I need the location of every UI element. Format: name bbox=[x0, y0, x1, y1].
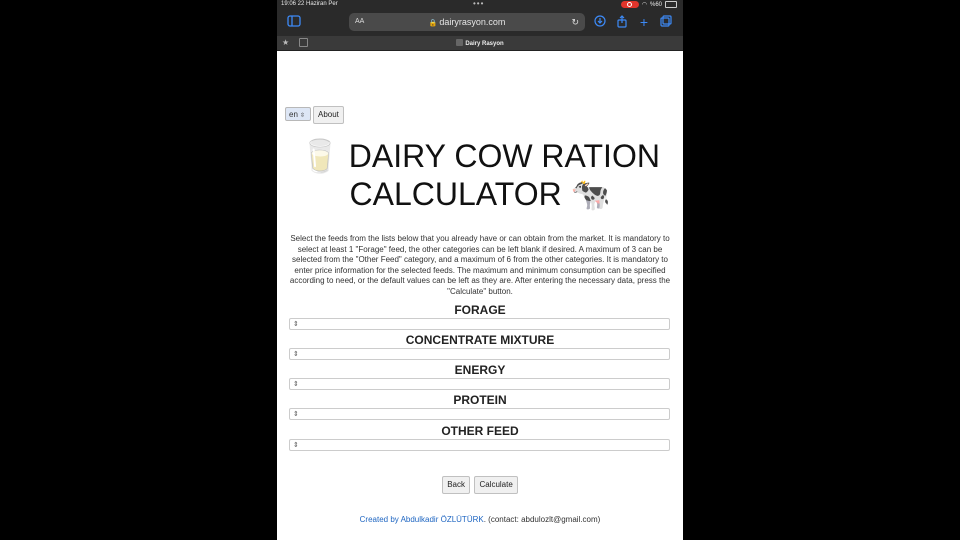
header-controls: en ⇳ About bbox=[285, 106, 344, 124]
download-icon[interactable] bbox=[593, 15, 607, 29]
back-button[interactable]: Back bbox=[442, 476, 470, 494]
instructions-text: Select the feeds from the lists below th… bbox=[289, 234, 671, 296]
chevron-updown-icon: ⇕ bbox=[293, 351, 299, 358]
tab-bar: ★ Dairy Rasyon bbox=[277, 36, 683, 51]
url-text: dairyrasyon.com bbox=[439, 17, 506, 27]
concentrate-select[interactable]: ⇕ bbox=[289, 348, 670, 360]
chevron-updown-icon: ⇕ bbox=[293, 321, 299, 328]
multitask-dots-icon[interactable]: ••• bbox=[473, 0, 484, 8]
screen-recording-icon bbox=[620, 1, 639, 8]
chevron-updown-icon: ⇕ bbox=[293, 442, 299, 449]
tab-title: Dairy Rasyon bbox=[465, 41, 504, 47]
protein-select[interactable]: ⇕ bbox=[289, 408, 670, 420]
action-buttons: Back Calculate bbox=[277, 474, 683, 494]
browser-toolbar: AA 🔒 dairyrasyon.com ↻ + bbox=[277, 10, 683, 36]
status-bar: 19:06 22 Haziran Per ••• ◠ %60 bbox=[277, 0, 683, 10]
other-feed-select[interactable]: ⇕ bbox=[289, 439, 670, 451]
reload-icon[interactable]: ↻ bbox=[571, 13, 579, 31]
author-link[interactable]: Created by Abdulkadir ÖZLÜTÜRK bbox=[360, 515, 484, 524]
wifi-icon: ◠ bbox=[641, 2, 647, 8]
other-feed-heading: OTHER FEED bbox=[441, 424, 519, 438]
contact-text: . (contact: abdulozlt@gmail.com) bbox=[483, 515, 601, 524]
battery-icon bbox=[665, 1, 677, 8]
chevron-updown-icon: ⇕ bbox=[293, 411, 299, 418]
sidebar-icon[interactable] bbox=[287, 15, 301, 29]
title-line-1: 🥛 DAIRY COW RATION bbox=[300, 138, 660, 174]
ipad-screen: 19:06 22 Haziran Per ••• ◠ %60 AA 🔒 dairy… bbox=[277, 0, 683, 540]
energy-heading: ENERGY bbox=[454, 363, 506, 377]
footer: Created by Abdulkadir ÖZLÜTÜRK. (contact… bbox=[277, 515, 683, 524]
lock-icon: 🔒 bbox=[428, 20, 438, 27]
tabs-overview-icon[interactable] bbox=[659, 15, 673, 29]
share-icon[interactable] bbox=[615, 15, 629, 29]
calculate-button[interactable]: Calculate bbox=[474, 476, 518, 494]
chevron-updown-icon: ⇕ bbox=[293, 381, 299, 388]
status-time-date: 19:06 22 Haziran Per bbox=[281, 1, 338, 7]
status-right: ◠ %60 bbox=[620, 1, 677, 8]
title-line-2: CALCULATOR 🐄 bbox=[349, 176, 611, 212]
new-tab-icon[interactable]: + bbox=[637, 15, 651, 29]
about-button[interactable]: About bbox=[313, 106, 344, 124]
forage-select[interactable]: ⇕ bbox=[289, 318, 670, 330]
tab-active[interactable]: Dairy Rasyon bbox=[277, 39, 683, 47]
page-title: 🥛 DAIRY COW RATION CALCULATOR 🐄 bbox=[277, 137, 683, 213]
address-bar[interactable]: AA 🔒 dairyrasyon.com ↻ bbox=[349, 13, 585, 31]
chevron-updown-icon: ⇳ bbox=[300, 113, 306, 119]
favicon-icon bbox=[456, 39, 464, 46]
forage-heading: FORAGE bbox=[454, 303, 506, 317]
concentrate-heading: CONCENTRATE MIXTURE bbox=[405, 333, 555, 347]
battery-percent: %60 bbox=[649, 1, 662, 8]
reader-aa-button[interactable]: AA bbox=[355, 13, 364, 31]
energy-select[interactable]: ⇕ bbox=[289, 378, 670, 390]
language-select[interactable]: en ⇳ bbox=[285, 107, 311, 121]
language-value: en bbox=[289, 110, 298, 119]
protein-heading: PROTEIN bbox=[453, 393, 507, 407]
